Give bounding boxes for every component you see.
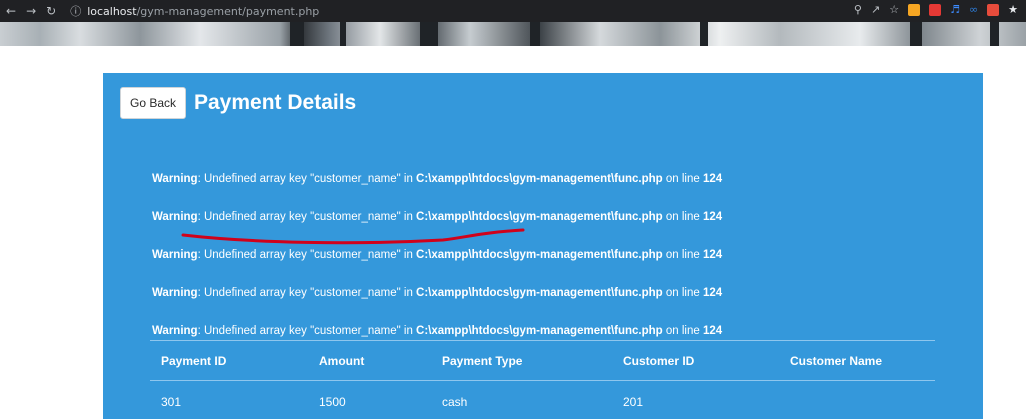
column-header: Amount [308,340,431,381]
payment-panel: Go Back Payment Details Warning: Undefin… [103,73,983,419]
table-cell: 1500 [319,395,346,409]
share-icon[interactable]: ↗ [871,3,880,16]
site-info-icon[interactable]: ⓘ [70,3,81,19]
warning-message: Warning: Undefined array key "customer_n… [152,211,723,223]
column-header: Customer Name [779,340,935,381]
browser-toolbar: ← → ↻ ⓘ localhost/gym-management/payment… [0,0,1026,22]
extension-icon[interactable] [929,3,942,16]
extensions-puzzle-icon[interactable]: ★ [1008,3,1018,16]
bookmark-star-icon[interactable]: ☆ [889,3,899,16]
panel-header: Go Back Payment Details [120,87,356,119]
gym-background-image [0,22,1026,46]
table-cell: 201 [623,395,644,409]
url-path: /gym-management/payment.php [136,4,320,18]
php-warnings: Warning: Undefined array key "customer_n… [152,173,722,363]
table-row: 301 1500 cash 201 [150,381,935,419]
payment-table: Payment ID Amount Payment Type Customer … [150,340,935,419]
warning-message: Warning: Undefined array key "customer_n… [152,173,723,185]
back-arrow-icon[interactable]: ← [6,4,16,18]
table-cell [779,381,935,419]
extension-icon[interactable] [987,3,1000,16]
go-back-button[interactable]: Go Back [120,87,186,119]
warning-message: Warning: Undefined array key "customer_n… [152,325,723,337]
column-header: Payment Type [431,340,612,381]
warning-message: Warning: Undefined array key "customer_n… [152,287,723,299]
table-cell: 301 [161,395,182,409]
column-header: Payment ID [150,340,308,381]
forward-arrow-icon[interactable]: → [26,4,36,18]
extension-icon[interactable]: ♬ [950,3,960,16]
table-cell: cash [442,395,468,409]
extension-icon[interactable]: ∞ [969,3,978,16]
warning-message: Warning: Undefined array key "customer_n… [152,249,723,261]
reload-icon[interactable]: ↻ [46,4,56,18]
extension-icon[interactable] [908,3,921,16]
address-bar[interactable]: localhost/gym-management/payment.php [87,5,319,18]
zoom-icon[interactable]: ⚲ [854,3,862,16]
url-host: localhost [87,4,137,18]
column-header: Customer ID [612,340,779,381]
page-title: Payment Details [194,91,357,114]
table-header-row: Payment ID Amount Payment Type Customer … [150,340,935,381]
